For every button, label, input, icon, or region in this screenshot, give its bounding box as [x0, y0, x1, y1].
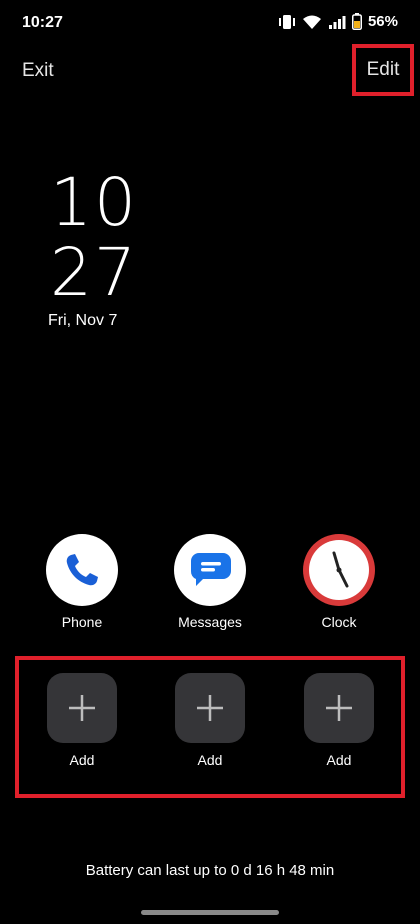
clock-minute: 27	[50, 234, 138, 311]
clock-icon	[303, 534, 375, 606]
plus-icon	[175, 673, 245, 743]
app-label-phone: Phone	[61, 614, 103, 630]
messages-icon	[174, 534, 246, 606]
phone-icon	[46, 534, 118, 606]
app-clock[interactable]: Clock	[289, 534, 389, 630]
signal-icon	[328, 15, 346, 29]
add-shortcut-2[interactable]: Add	[160, 673, 260, 768]
add-label: Add	[326, 752, 352, 768]
plus-icon	[47, 673, 117, 743]
status-time: 10:27	[22, 14, 63, 31]
edit-label: Edit	[366, 59, 400, 80]
battery-icon	[351, 13, 362, 30]
status-bar: 10:27 56%	[0, 0, 420, 48]
wifi-icon	[302, 15, 321, 29]
app-label-clock: Clock	[321, 614, 357, 630]
add-label: Add	[69, 752, 95, 768]
add-label: Add	[197, 752, 223, 768]
date-text: Fri, Nov 7	[48, 312, 118, 329]
vibrate-icon	[278, 14, 295, 29]
app-messages[interactable]: Messages	[160, 534, 260, 630]
add-shortcut-3[interactable]: Add	[289, 673, 389, 768]
edit-button[interactable]: Edit	[352, 44, 414, 96]
clock-hour: 10	[50, 164, 138, 241]
app-phone[interactable]: Phone	[32, 534, 132, 630]
battery-estimate-text: Battery can last up to 0 d 16 h 48 min	[85, 862, 335, 879]
app-label-messages: Messages	[178, 614, 242, 630]
plus-icon	[304, 673, 374, 743]
add-shortcut-1[interactable]: Add	[32, 673, 132, 768]
exit-button[interactable]: Exit	[22, 60, 54, 82]
battery-percent: 56%	[367, 13, 398, 30]
status-icons: 56%	[278, 13, 398, 30]
home-gesture-bar[interactable]	[141, 910, 279, 915]
